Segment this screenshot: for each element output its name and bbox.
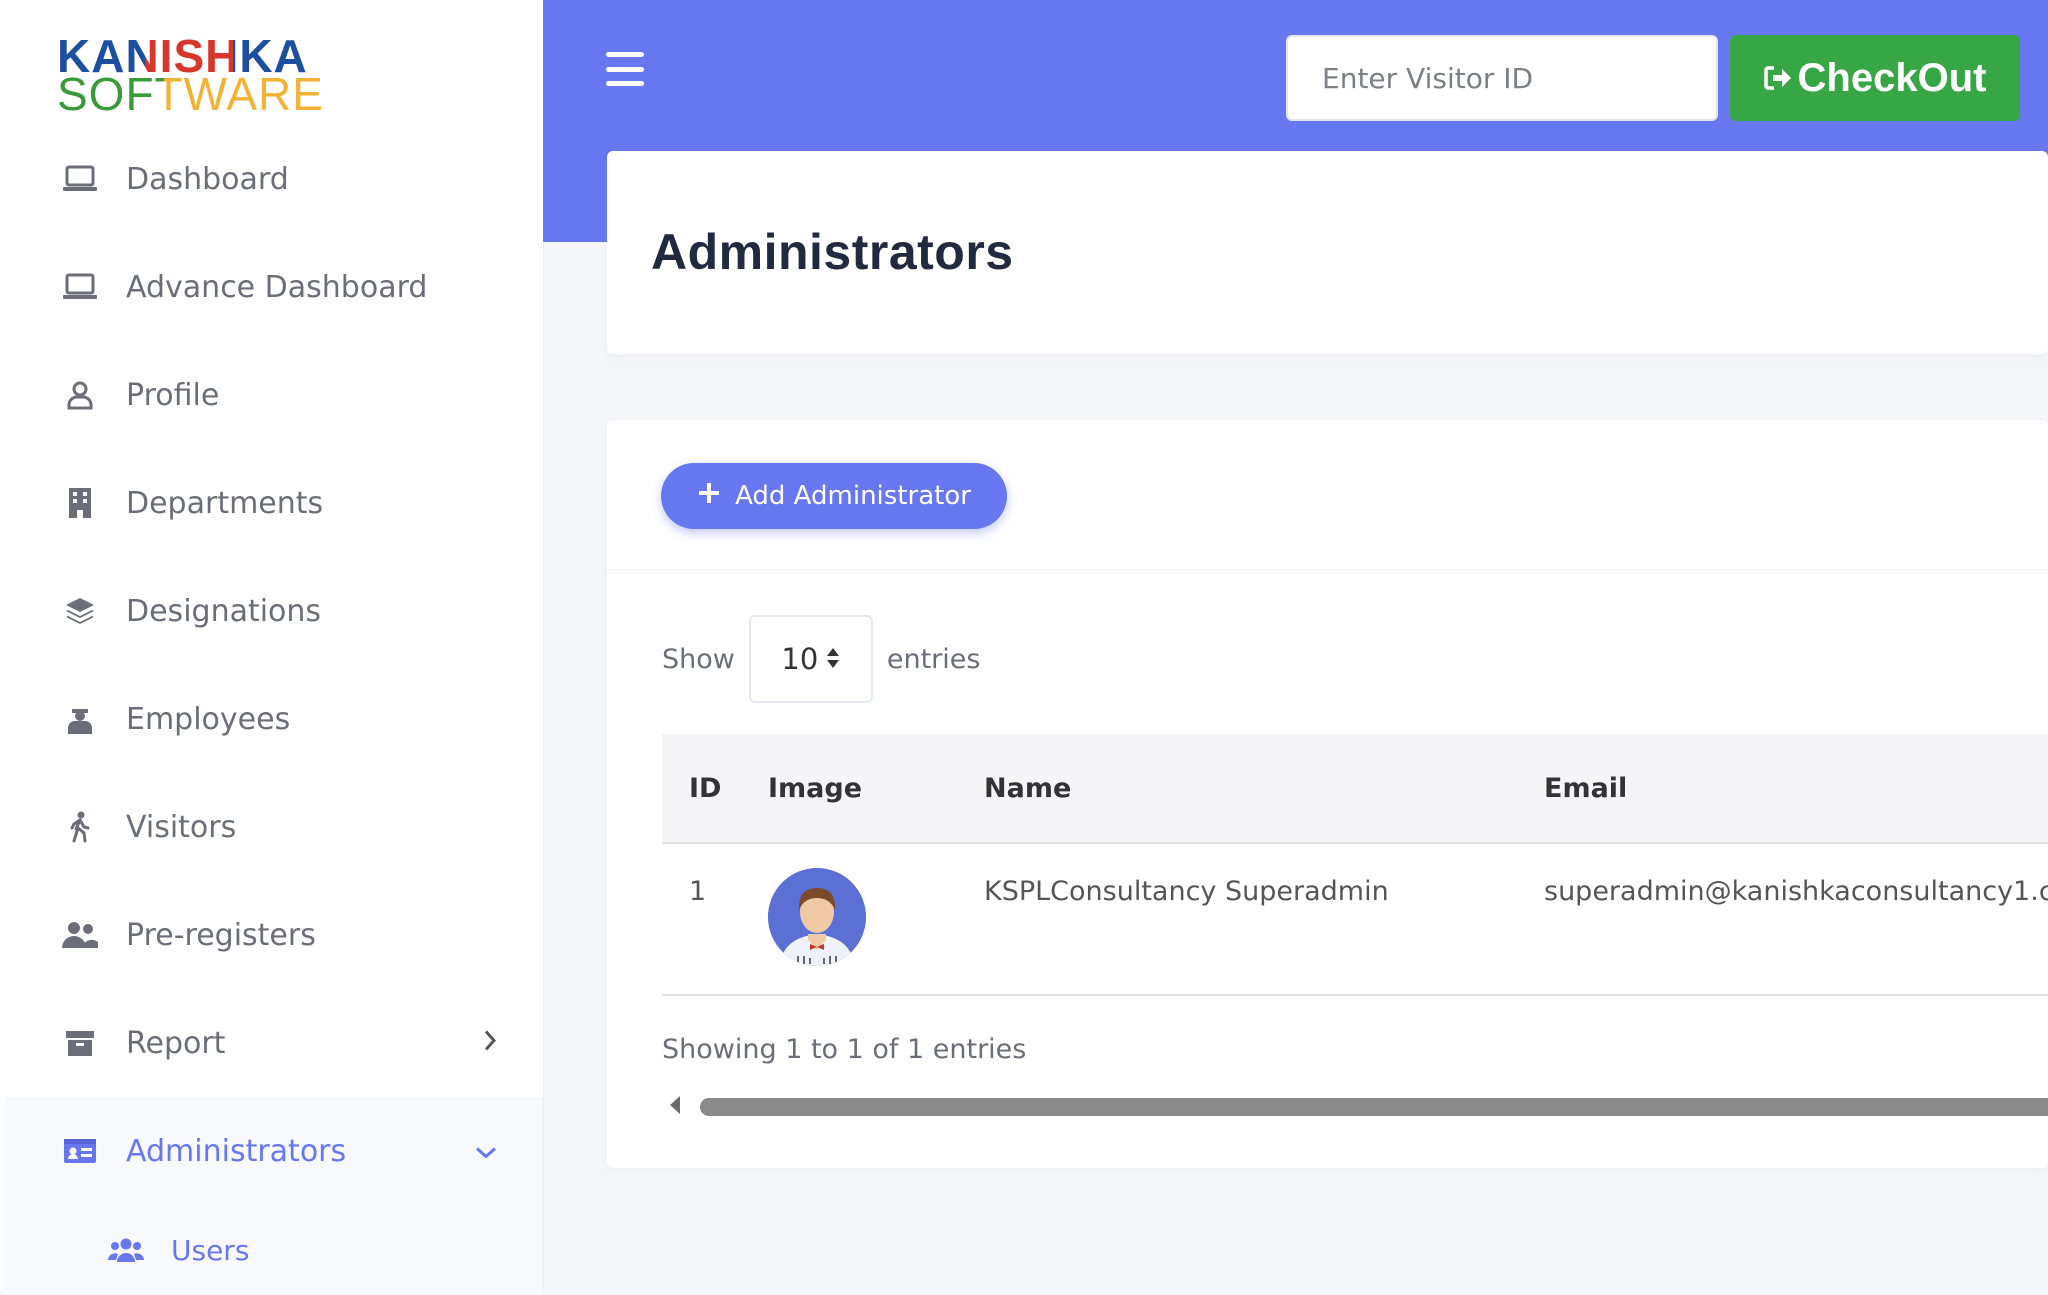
entries-select[interactable]: 10 bbox=[748, 615, 873, 703]
brand-logo[interactable]: KANISHKA SOFTWARE bbox=[57, 33, 324, 120]
layers-icon bbox=[60, 594, 100, 628]
sidebar-item-label: Dashboard bbox=[126, 161, 289, 197]
sidebar-item-label: Employees bbox=[126, 701, 291, 737]
sidebar-item-report[interactable]: Report bbox=[0, 989, 543, 1097]
cell-name: KSPLConsultancy Superadmin bbox=[984, 876, 1389, 907]
page-title: Administrators bbox=[651, 224, 1014, 280]
hamburger-menu-icon[interactable] bbox=[606, 52, 644, 86]
building-icon bbox=[60, 486, 100, 520]
sidebar-item-label: Administrators bbox=[126, 1133, 347, 1169]
add-administrator-label: Add Administrator bbox=[735, 481, 971, 511]
walking-icon bbox=[60, 810, 100, 844]
card-divider bbox=[607, 569, 2048, 570]
brand-line-2: SOFTWARE bbox=[57, 68, 324, 120]
id-card-icon bbox=[60, 1134, 100, 1168]
visitor-id-input[interactable] bbox=[1286, 35, 1718, 121]
sidebar-item-label: Advance Dashboard bbox=[126, 269, 428, 305]
sidebar-item-advance-dashboard[interactable]: Advance Dashboard bbox=[0, 233, 543, 341]
sort-arrows-icon bbox=[826, 642, 840, 676]
cell-id: 1 bbox=[689, 876, 707, 907]
sidebar-subitem-label: Users bbox=[171, 1233, 250, 1267]
sidebar-subitem-users[interactable]: Users bbox=[4, 1205, 543, 1295]
column-header-email[interactable]: Email bbox=[1544, 773, 2048, 804]
sidebar: KANISHKA SOFTWARE Dashboard Advance Dash… bbox=[0, 0, 544, 1295]
horizontal-scrollbar[interactable] bbox=[700, 1098, 2048, 1116]
user-icon bbox=[60, 378, 100, 412]
cell-image bbox=[768, 844, 984, 966]
users-group-icon bbox=[107, 1237, 147, 1263]
chevron-right-icon bbox=[482, 1026, 498, 1061]
table-row: 1 KSPLConsultancy Superadmin superadmin@… bbox=[662, 844, 2048, 996]
archive-icon bbox=[60, 1026, 100, 1060]
show-label: Show bbox=[662, 643, 735, 675]
entries-length-control: Show 10 entries bbox=[662, 614, 980, 704]
avatar bbox=[768, 868, 866, 966]
sidebar-item-label: Pre-registers bbox=[126, 917, 316, 953]
sidebar-item-profile[interactable]: Profile bbox=[0, 341, 543, 449]
sidebar-item-label: Report bbox=[126, 1025, 226, 1061]
scroll-left-arrow-icon[interactable] bbox=[667, 1094, 683, 1120]
sidebar-item-employees[interactable]: Employees bbox=[0, 665, 543, 773]
employee-icon bbox=[60, 702, 100, 736]
cell-email: superadmin@kanishkaconsultancy1.com bbox=[1544, 876, 2048, 907]
plus-icon bbox=[697, 481, 721, 512]
sidebar-item-visitors[interactable]: Visitors bbox=[0, 773, 543, 881]
table-info: Showing 1 to 1 of 1 entries bbox=[662, 1034, 1027, 1065]
table-header-row: ID Image Name Email bbox=[662, 734, 2048, 844]
sidebar-item-dashboard[interactable]: Dashboard bbox=[0, 125, 543, 233]
administrators-table: ID Image Name Email 1 KSPLConsultancy Su… bbox=[662, 734, 2048, 996]
entries-label: entries bbox=[886, 643, 981, 675]
sidebar-item-designations[interactable]: Designations bbox=[0, 557, 543, 665]
sidebar-item-label: Profile bbox=[126, 377, 220, 413]
sidebar-item-label: Departments bbox=[126, 485, 324, 521]
chevron-down-icon bbox=[474, 1134, 498, 1169]
sidebar-item-label: Designations bbox=[126, 593, 322, 629]
administrators-card: Add Administrator Show 10 entries ID Ima… bbox=[607, 420, 2048, 1168]
page-header-card: Administrators bbox=[607, 151, 2048, 354]
sign-out-icon bbox=[1763, 56, 1792, 101]
laptop-icon bbox=[60, 270, 100, 304]
checkout-label: CheckOut bbox=[1797, 55, 1987, 100]
sidebar-item-administrators[interactable]: Administrators bbox=[4, 1097, 543, 1205]
column-header-name[interactable]: Name bbox=[984, 773, 1544, 804]
sidebar-menu: Dashboard Advance Dashboard Profile Depa… bbox=[0, 125, 543, 1295]
laptop-icon bbox=[60, 162, 100, 196]
column-header-image[interactable]: Image bbox=[768, 773, 984, 804]
sidebar-item-label: Visitors bbox=[126, 809, 237, 845]
add-administrator-button[interactable]: Add Administrator bbox=[661, 463, 1007, 529]
sidebar-item-pre-registers[interactable]: Pre-registers bbox=[0, 881, 543, 989]
checkout-button[interactable]: CheckOut bbox=[1730, 35, 2020, 121]
entries-select-value: 10 bbox=[781, 642, 819, 676]
users-icon bbox=[60, 918, 100, 952]
column-header-id[interactable]: ID bbox=[662, 773, 768, 804]
sidebar-item-departments[interactable]: Departments bbox=[0, 449, 543, 557]
